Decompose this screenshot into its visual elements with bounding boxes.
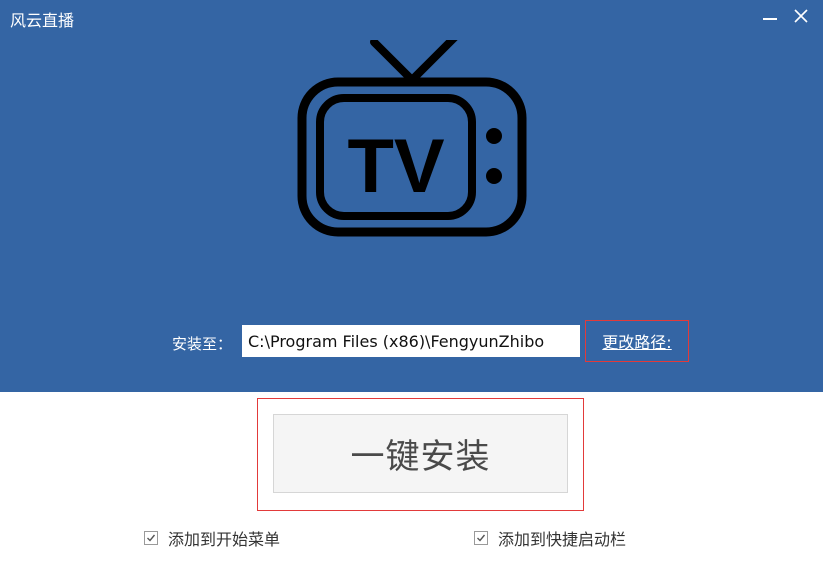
window-title: 风云直播 [10,11,75,30]
minimize-button[interactable] [759,4,781,28]
change-path-button[interactable]: 更改路径: [585,320,689,362]
header-panel: 风云直播 TV 安装至： 更改路径: [0,0,823,392]
logo-text: TV [347,124,444,209]
start-menu-checkbox[interactable] [144,531,158,545]
install-path-label: 安装至： [172,335,233,353]
close-button[interactable] [790,4,812,28]
tv-logo: TV [296,16,528,240]
one-click-install-button[interactable]: 一键安装 [273,414,568,493]
close-icon [794,9,808,23]
start-menu-label: 添加到开始菜单 [168,530,281,549]
tv-icon: TV [297,16,527,237]
check-icon [147,534,156,542]
install-path-input[interactable] [242,325,580,357]
minimize-icon [763,18,777,20]
quick-launch-checkbox[interactable] [474,531,488,545]
option-start-menu[interactable]: 添加到开始菜单 [144,526,280,550]
change-path-link[interactable]: 更改路径: [602,329,671,353]
check-icon [477,534,486,542]
quick-launch-label: 添加到快捷启动栏 [498,530,627,549]
option-quick-launch[interactable]: 添加到快捷启动栏 [474,526,626,550]
